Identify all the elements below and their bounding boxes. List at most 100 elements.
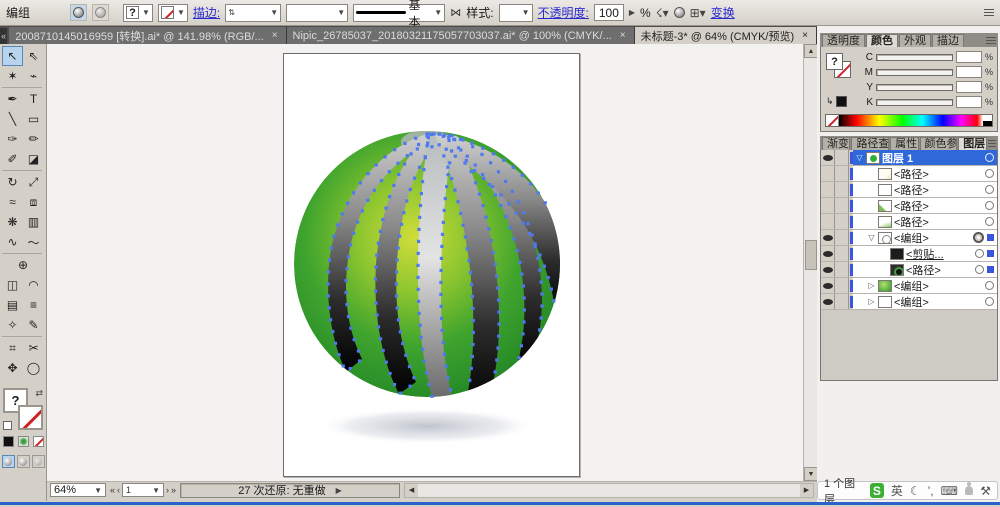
moon-icon[interactable]: ☾: [910, 484, 921, 498]
tab-overflow-button[interactable]: «: [0, 28, 7, 44]
channel-value-input[interactable]: [956, 51, 982, 63]
next-artboard-button[interactable]: ›: [166, 485, 169, 495]
language-indicator[interactable]: 英: [891, 482, 903, 499]
color-panel-tab-4[interactable]: 描边: [932, 34, 964, 47]
scissors-tool[interactable]: ✂: [23, 338, 44, 358]
layer-label[interactable]: <路径>: [894, 198, 929, 214]
none-swatch-icon[interactable]: [826, 115, 839, 126]
visibility-toggle[interactable]: [821, 182, 835, 197]
target-circle[interactable]: [985, 185, 994, 194]
channel-value-input[interactable]: [956, 66, 982, 78]
default-fill-stroke-icon[interactable]: [3, 421, 12, 430]
layers-panel-tab-1[interactable]: 渐变: [822, 137, 850, 150]
variable-width-combo[interactable]: ▼: [286, 4, 348, 22]
prev-artboard-button[interactable]: ‹: [117, 485, 120, 495]
standard-screen-mode-button[interactable]: [2, 455, 15, 468]
gradient-button[interactable]: [18, 436, 29, 447]
layers-panel-tab-2[interactable]: 路径查: [851, 137, 889, 150]
fill-color-combo[interactable]: ? ▼: [123, 4, 153, 22]
visibility-toggle[interactable]: [821, 198, 835, 213]
lock-toggle[interactable]: [835, 214, 849, 229]
pen-tool[interactable]: ✒: [2, 89, 23, 109]
layer-label[interactable]: <路径>: [906, 262, 941, 278]
spectrum-ramp[interactable]: [839, 115, 983, 126]
sogou-logo-icon[interactable]: S: [870, 483, 884, 498]
line-segment-tool[interactable]: ╲: [2, 109, 23, 129]
keyboard-icon[interactable]: ⌨: [941, 484, 958, 498]
full-screen-menu-mode-button[interactable]: [17, 455, 30, 468]
layer-label[interactable]: <路径>: [894, 182, 929, 198]
target-circle[interactable]: [985, 297, 994, 306]
close-icon[interactable]: ×: [618, 29, 628, 42]
last-artboard-button[interactable]: »: [171, 485, 176, 495]
direct-selection-tool[interactable]: ⇖: [23, 46, 44, 66]
layer-row-6[interactable]: ▽ <编组>: [821, 230, 997, 246]
layers-panel-tab-3[interactable]: 属性: [890, 137, 918, 150]
layers-panel-tab-5[interactable]: 图层: [958, 137, 986, 150]
black-swatch[interactable]: [836, 96, 847, 107]
visibility-toggle[interactable]: [821, 214, 835, 229]
close-icon[interactable]: ×: [800, 29, 810, 42]
type-tool[interactable]: T: [23, 89, 44, 109]
layer-row-7[interactable]: <剪贴...: [821, 246, 997, 262]
lock-toggle[interactable]: [835, 262, 849, 277]
magic-wand-tool[interactable]: ✶: [2, 66, 23, 86]
color-panel-tab-1[interactable]: 透明度: [822, 34, 865, 47]
smooth-tool[interactable]: ✐: [2, 149, 23, 169]
layer-label[interactable]: 图层 1: [882, 150, 913, 166]
channel-value-input[interactable]: [956, 96, 982, 108]
target-circle[interactable]: [975, 249, 984, 258]
transform-link[interactable]: 变换: [711, 4, 735, 21]
column-graph-tool[interactable]: ▤: [2, 295, 23, 315]
swap-fill-stroke-icon[interactable]: ⇄: [35, 388, 43, 399]
watermelon-artwork[interactable]: [284, 54, 581, 478]
visibility-toggle[interactable]: [821, 246, 835, 261]
chevron-right-icon[interactable]: ▶: [629, 8, 635, 17]
artboard-number-combo[interactable]: 1 ▼: [122, 483, 164, 497]
lock-toggle[interactable]: [835, 246, 849, 261]
person-icon[interactable]: [965, 486, 973, 495]
select-similar-icon[interactable]: ☇▾: [656, 6, 669, 20]
style-combo[interactable]: ▼: [499, 4, 533, 22]
free-transform-tool[interactable]: ⧈: [23, 192, 44, 212]
disclosure-triangle-icon[interactable]: ▽: [867, 233, 876, 242]
channel-slider[interactable]: [876, 99, 953, 106]
lock-toggle[interactable]: [835, 230, 849, 245]
scribble-tool[interactable]: 〜: [23, 232, 44, 252]
document-tab-3[interactable]: 未标题-3* @ 64% (CMYK/预览)×: [635, 27, 817, 44]
panel-menu-icon[interactable]: [986, 37, 996, 45]
layer-label[interactable]: <路径>: [894, 166, 929, 182]
layer-label[interactable]: <剪贴...: [906, 246, 944, 262]
pencil-tool[interactable]: ✏: [23, 129, 44, 149]
layers-panel-tab-4[interactable]: 颜色参: [920, 137, 958, 150]
document-tab-1[interactable]: 2008710145016959 [转换].ai* @ 141.98% (RGB…: [9, 27, 286, 44]
stroke-weight-combo[interactable]: ⇅ ▼: [225, 4, 281, 22]
layer-label[interactable]: <编组>: [894, 294, 929, 310]
selection-tool[interactable]: ↖: [2, 46, 23, 66]
target-circle[interactable]: [985, 201, 994, 210]
layer-label[interactable]: <编组>: [894, 230, 929, 246]
zoom-level-combo[interactable]: 64% ▼: [50, 483, 106, 497]
opacity-input[interactable]: 100: [594, 4, 624, 21]
isolate-button[interactable]: [70, 4, 87, 21]
blend-tool[interactable]: ∿: [2, 232, 23, 252]
disclosure-triangle-icon[interactable]: ▷: [867, 297, 876, 306]
lock-toggle[interactable]: [835, 278, 849, 293]
stroke-color-combo[interactable]: ▼: [158, 4, 188, 22]
symbol-sprayer-tool[interactable]: ❋: [2, 212, 23, 232]
visibility-toggle[interactable]: [821, 294, 835, 309]
canvas-area[interactable]: ▲ ▼: [47, 44, 817, 481]
layer-row-9[interactable]: ▷<编组>: [821, 278, 997, 294]
fill-proxy-swatch[interactable]: ?: [826, 53, 843, 70]
recolor-artwork-icon[interactable]: [674, 7, 685, 18]
layer-row-10[interactable]: ▷ <编组>: [821, 294, 997, 310]
stepper-icon[interactable]: ⇅: [228, 8, 235, 17]
punctuation-icon[interactable]: ’,: [928, 484, 934, 498]
none-button[interactable]: [33, 436, 44, 447]
target-circle[interactable]: [975, 265, 984, 274]
vertical-scroll-thumb[interactable]: [805, 240, 817, 270]
target-circle[interactable]: [985, 169, 994, 178]
color-button[interactable]: [3, 436, 14, 447]
hand-tool[interactable]: ✥: [2, 358, 23, 378]
lock-toggle[interactable]: [835, 182, 849, 197]
